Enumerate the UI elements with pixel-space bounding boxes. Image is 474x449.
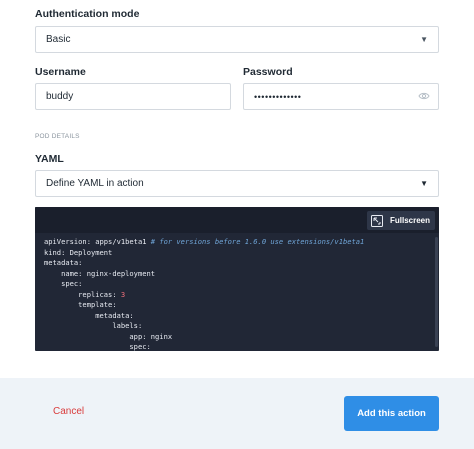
code-area[interactable]: apiVersion: apps/v1beta1 # for versions … [44, 237, 364, 351]
fullscreen-icon [370, 214, 383, 227]
username-input[interactable]: buddy [35, 83, 231, 110]
code-line: spec: [44, 279, 83, 288]
password-value: ••••••••••••• [254, 91, 302, 102]
eye-icon[interactable] [418, 90, 430, 105]
editor-scrollbar[interactable] [435, 237, 438, 347]
add-action-button[interactable]: Add this action [344, 396, 439, 431]
code-line: metadata: [44, 258, 83, 267]
code-line: replicas: 3 [44, 289, 126, 299]
cancel-button[interactable]: Cancel [53, 406, 84, 417]
code-line: name: nginx-deployment [44, 268, 156, 278]
code-line: app: nginx [44, 331, 173, 341]
auth-mode-select[interactable]: Basic ▼ [35, 26, 439, 53]
yaml-editor[interactable]: Fullscreen apiVersion: apps/v1beta1 # fo… [35, 207, 439, 351]
auth-mode-label: Authentication mode [35, 8, 140, 20]
code-line: apiVersion: apps/v1beta1 # for versions … [44, 237, 365, 246]
username-label: Username [35, 66, 86, 78]
code-line: metadata: [44, 310, 134, 320]
code-line: labels: [44, 321, 143, 330]
yaml-source-value: Define YAML in action [46, 178, 144, 189]
password-input[interactable]: ••••••••••••• [243, 83, 439, 110]
code-line: spec: [44, 342, 151, 351]
auth-mode-value: Basic [46, 34, 71, 45]
editor-toolbar: Fullscreen [35, 207, 439, 233]
code-line: kind: Deployment [44, 247, 113, 257]
code-line: template: [44, 300, 117, 309]
fullscreen-label: Fullscreen [389, 216, 430, 225]
username-value: buddy [46, 91, 74, 102]
password-label: Password [243, 66, 293, 78]
fullscreen-button[interactable]: Fullscreen [366, 211, 435, 230]
modal-footer: Cancel Add this action [0, 378, 474, 449]
chevron-down-icon: ▼ [420, 179, 428, 188]
chevron-down-icon: ▼ [420, 35, 428, 44]
yaml-label: YAML [35, 153, 64, 165]
yaml-source-select[interactable]: Define YAML in action ▼ [35, 170, 439, 197]
pod-details-heading: POD DETAILS [35, 133, 80, 140]
